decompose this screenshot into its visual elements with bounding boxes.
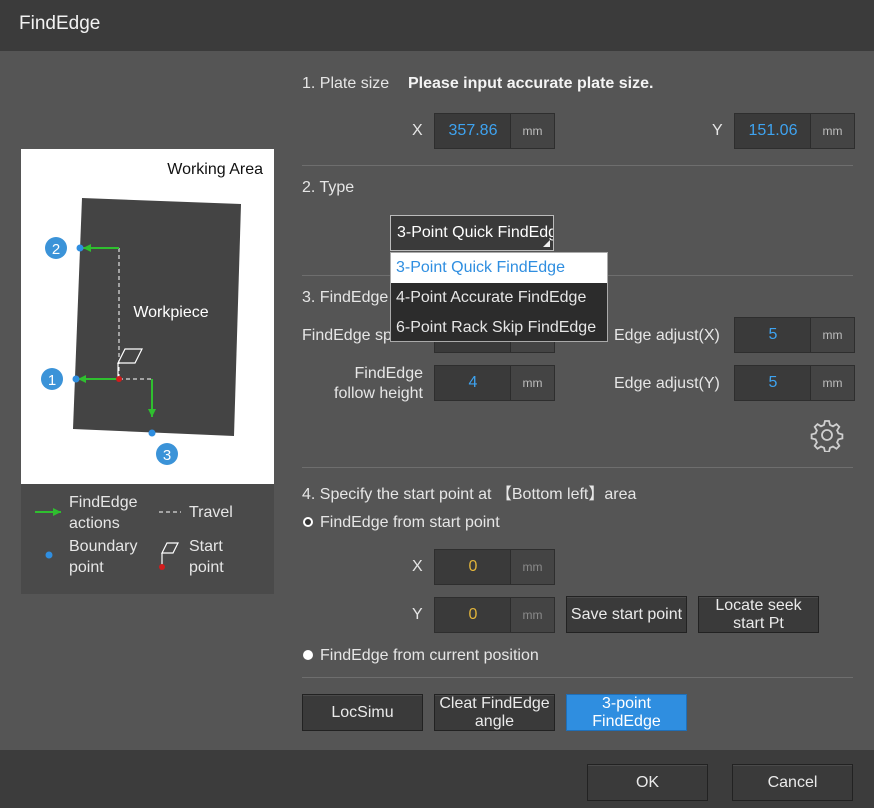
edge-adjust-x-unit: mm (810, 318, 854, 352)
gear-icon[interactable] (810, 418, 844, 452)
start-y-label: Y (412, 606, 423, 623)
type-option-3-point[interactable]: 3-Point Quick FindEdge (391, 253, 607, 283)
follow-height-label: FindEdge follow height (334, 365, 423, 402)
window-title: FindEdge (19, 13, 101, 34)
plate-x-field[interactable]: 357.86 mm (434, 113, 555, 149)
start-y-unit: mm (510, 598, 554, 632)
legend-start-point: Start point (189, 538, 224, 576)
locsimu-button[interactable]: LocSimu (302, 694, 423, 731)
start-x-value[interactable]: 0 (435, 550, 511, 584)
follow-height-field[interactable]: 4 mm (434, 365, 555, 401)
ok-button[interactable]: OK (587, 764, 708, 801)
from-current-position-label[interactable]: FindEdge from current position (320, 647, 539, 665)
legend-icons (35, 508, 181, 570)
plate-x-value[interactable]: 357.86 (435, 114, 511, 148)
plate-size-label: 1. Plate size (302, 75, 390, 92)
from-start-point-label[interactable]: FindEdge from start point (320, 514, 500, 532)
diagram-legend: FindEdge actions Travel Boundary point S… (21, 484, 274, 594)
plate-y-label: Y (712, 122, 723, 139)
plate-y-field[interactable]: 151.06 mm (734, 113, 855, 149)
plate-x-label: X (412, 122, 423, 139)
type-option-4-point[interactable]: 4-Point Accurate FindEdge (391, 283, 607, 313)
dialog-footer: OK Cancel (0, 750, 874, 808)
start-x-field[interactable]: 0 mm (434, 549, 555, 585)
start-y-value[interactable]: 0 (435, 598, 511, 632)
from-start-point-radio[interactable] (303, 517, 313, 527)
legend-travel: Travel (189, 504, 233, 521)
cancel-button[interactable]: Cancel (732, 764, 853, 801)
findedge-type-select[interactable]: 3-Point Quick FindEdge (390, 215, 554, 251)
from-current-position-radio[interactable] (303, 650, 313, 660)
edge-adjust-y-value[interactable]: 5 (735, 366, 811, 400)
svg-text:2: 2 (52, 241, 60, 258)
plate-size-hint: Please input accurate plate size. (408, 75, 654, 92)
three-point-findedge-button[interactable]: 3-point FindEdge (566, 694, 687, 731)
workpiece-label: Workpiece (133, 304, 208, 321)
dropdown-arrow-icon (543, 240, 550, 247)
start-point-section-label: 4. Specify the start point at 【Bottom le… (302, 486, 637, 503)
type-label: 2. Type (302, 179, 355, 196)
divider-4 (302, 677, 853, 678)
start-x-label: X (412, 558, 423, 575)
follow-height-value[interactable]: 4 (435, 366, 511, 400)
plate-y-value[interactable]: 151.06 (735, 114, 811, 148)
follow-height-unit: mm (510, 366, 554, 400)
divider-1 (302, 165, 853, 166)
title-bar: FindEdge (0, 0, 874, 51)
start-y-field[interactable]: 0 mm (434, 597, 555, 633)
working-area-diagram: Working Area Workpiece 2 1 3 (21, 149, 274, 484)
divider-3 (302, 467, 853, 468)
edge-adjust-y-label: Edge adjust(Y) (614, 375, 720, 392)
edge-adjust-y-unit: mm (810, 366, 854, 400)
clear-findedge-angle-button[interactable]: Cleat FindEdge angle (434, 694, 555, 731)
locate-seek-start-button[interactable]: Locate seek start Pt (698, 596, 819, 633)
workpiece-illustration: Working Area Workpiece 2 1 3 (41, 161, 263, 465)
edge-adjust-x-value[interactable]: 5 (735, 318, 811, 352)
legend-boundary-point: Boundary point (69, 538, 138, 576)
plate-x-unit: mm (510, 114, 554, 148)
findedge-type-selected: 3-Point Quick FindEdge (397, 224, 554, 241)
edge-adjust-y-field[interactable]: 5 mm (734, 365, 855, 401)
svg-text:1: 1 (48, 372, 56, 389)
findedge-settings-label: 3. FindEdge (302, 289, 389, 306)
start-x-unit: mm (510, 550, 554, 584)
edge-adjust-x-field[interactable]: 5 mm (734, 317, 855, 353)
type-option-6-point[interactable]: 6-Point Rack Skip FindEdge (391, 313, 607, 343)
findedge-type-dropdown[interactable]: 3-Point Quick FindEdge 4-Point Accurate … (390, 252, 608, 342)
plate-y-unit: mm (810, 114, 854, 148)
edge-adjust-x-label: Edge adjust(X) (614, 327, 720, 344)
legend-findedge-actions: FindEdge actions (69, 494, 138, 532)
working-area-label: Working Area (167, 161, 263, 178)
svg-text:3: 3 (163, 447, 171, 464)
findedge-speed-label: FindEdge sp (302, 327, 392, 344)
save-start-point-button[interactable]: Save start point (566, 596, 687, 633)
